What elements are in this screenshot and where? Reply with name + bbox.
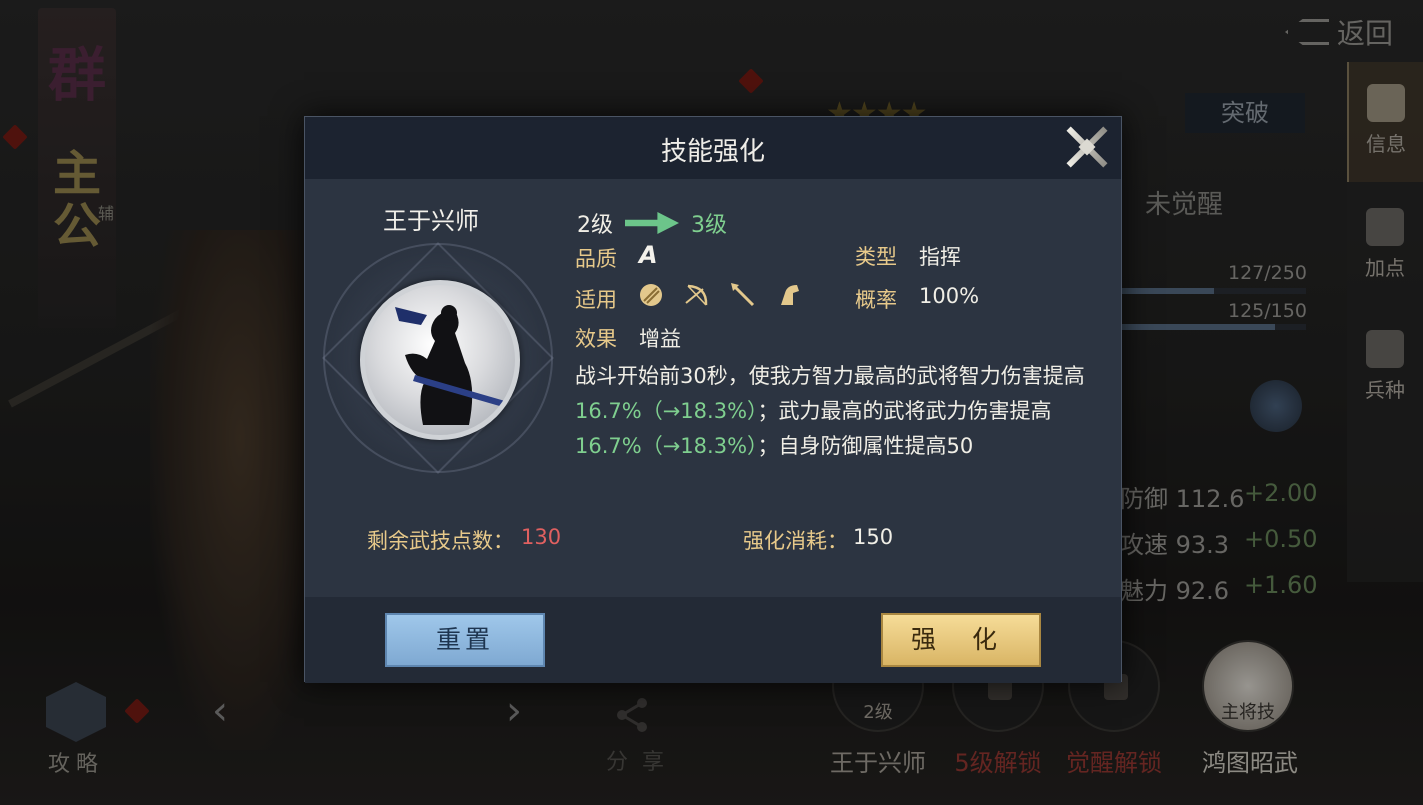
description-text: 战斗开始前30秒，使我方智力最高的武将智力伤害提高 <box>575 364 1085 388</box>
apply-label: 适用 <box>575 288 617 312</box>
enhance-cost-label: 强化消耗： <box>743 529 848 553</box>
level-change: 2级 3级 <box>577 207 727 239</box>
reset-button[interactable]: 重置 <box>385 613 545 667</box>
enhance-cost-value: 150 <box>853 525 894 549</box>
shield-unit-icon <box>640 284 662 306</box>
enhance-button[interactable]: 强 化 <box>881 613 1041 667</box>
quality-label: 品质 <box>575 247 617 271</box>
skill-portrait <box>360 280 520 440</box>
chance-value: 100% <box>919 284 980 308</box>
skill-emblem <box>322 242 554 474</box>
close-button[interactable] <box>1057 117 1117 177</box>
remaining-points-label: 剩余武技点数： <box>367 529 514 553</box>
dialog-title: 技能强化 <box>660 137 765 167</box>
description-highlight: 16.7%（→18.3%） <box>575 434 758 458</box>
warrior-silhouette-icon <box>395 305 505 425</box>
quality-value: A <box>639 241 658 269</box>
cavalry-unit-icon <box>781 285 799 305</box>
skill-name: 王于兴师 <box>383 207 479 235</box>
bow-unit-icon <box>685 284 708 306</box>
arrow-right-icon <box>625 212 679 234</box>
level-from: 2级 <box>577 213 613 238</box>
description-highlight: 16.7%（→18.3%） <box>575 399 758 423</box>
type-value: 指挥 <box>919 245 961 269</box>
effect-value: 增益 <box>639 327 681 351</box>
spear-unit-icon <box>731 283 755 307</box>
remaining-points-value: 130 <box>521 525 562 549</box>
effect-label: 效果 <box>575 327 617 351</box>
chance-label: 概率 <box>855 288 897 312</box>
apply-unit-icons <box>637 281 803 309</box>
skill-enhance-dialog: 技能强化 王于兴师 2级 3级 品质 A 类型 指挥 适用 概率 100% 效果… <box>304 116 1122 683</box>
description-text: ；自身防御属性提高50 <box>757 434 974 458</box>
type-label: 类型 <box>855 245 897 269</box>
description-text: ；武力最高的武将武力伤害提高 <box>757 399 1052 423</box>
skill-description: 战斗开始前30秒，使我方智力最高的武将智力伤害提高16.7%（→18.3%）；武… <box>575 359 1087 464</box>
level-to: 3级 <box>691 213 727 238</box>
